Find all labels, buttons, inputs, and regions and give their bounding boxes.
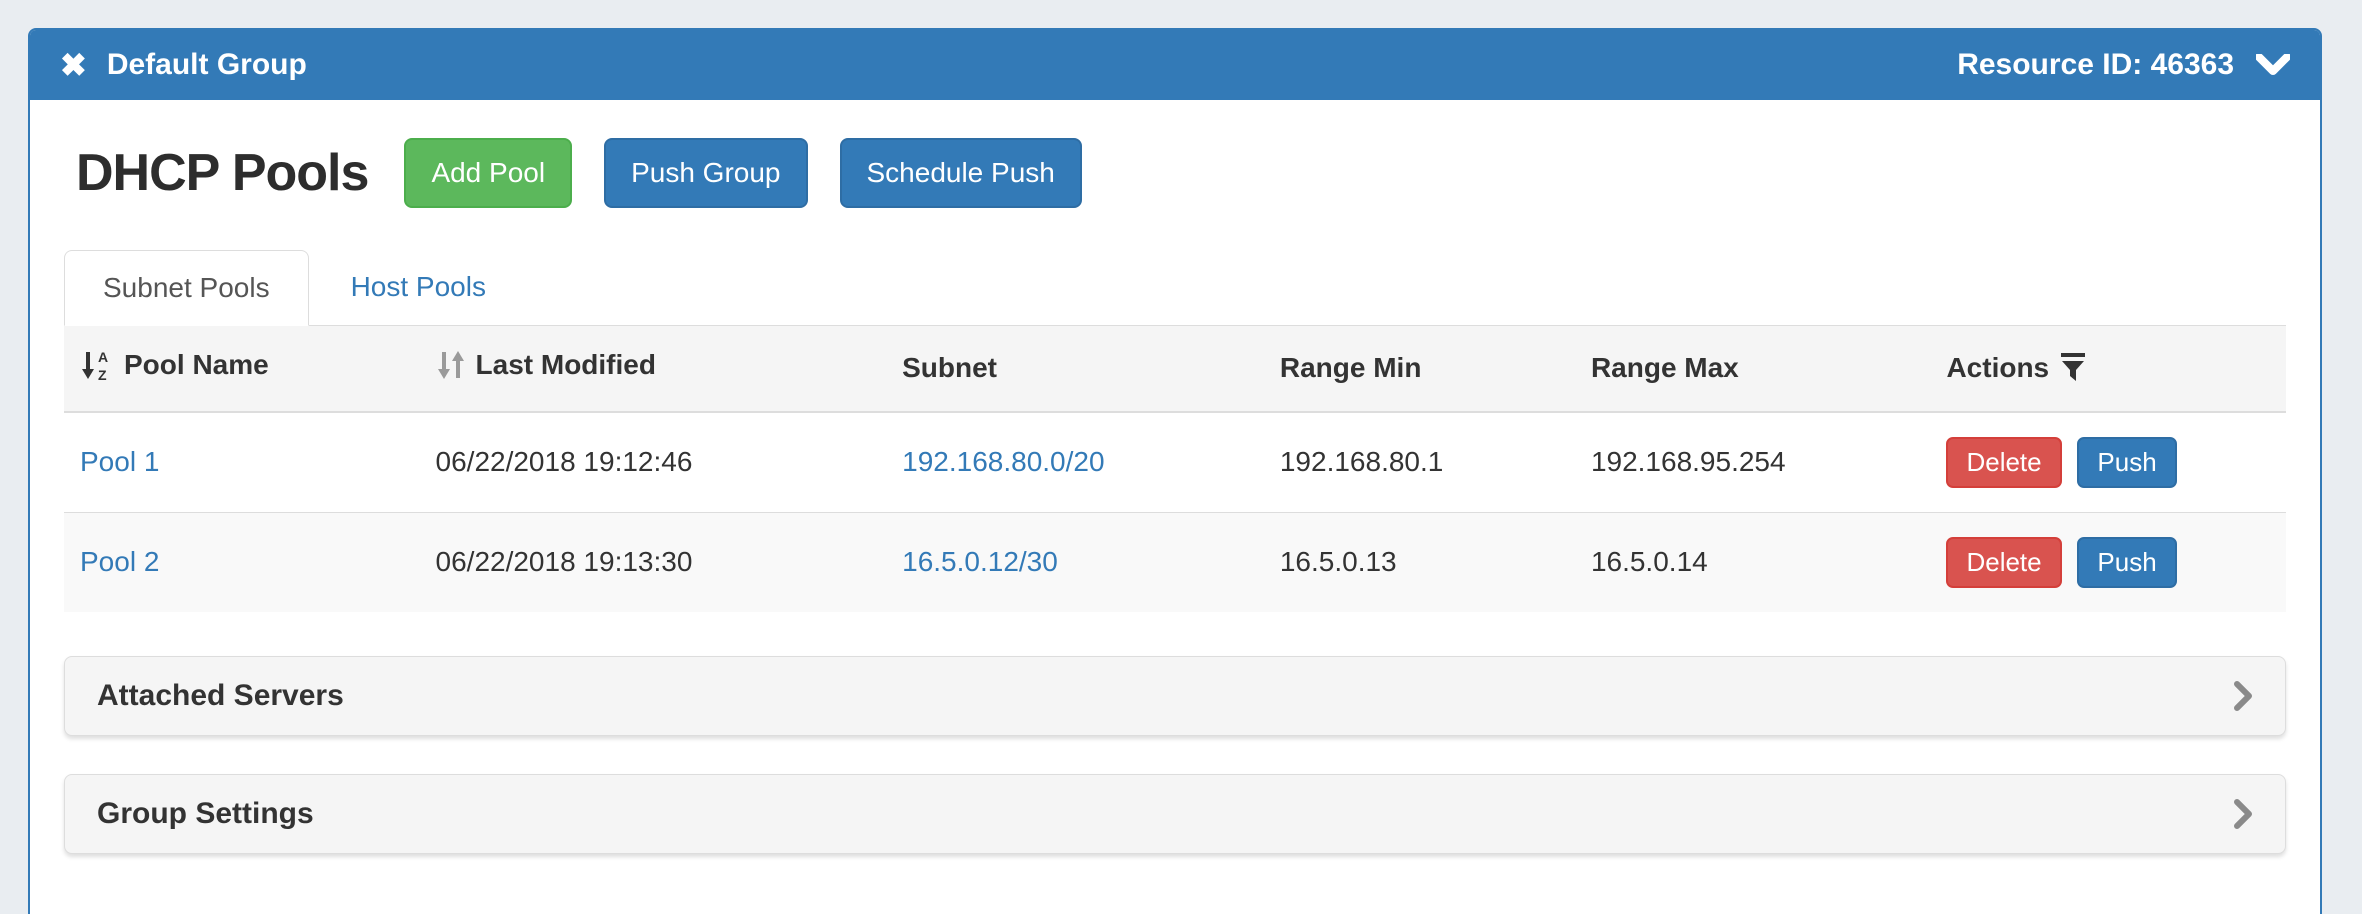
column-header-pool-name[interactable]: A Z Pool Name [64, 326, 420, 412]
group-panel: ✖ Default Group Resource ID: 46363 DHCP … [28, 28, 2322, 914]
pool-name-link[interactable]: Pool 1 [80, 446, 159, 477]
subnet-pools-table: A Z Pool Name [64, 326, 2286, 612]
page-title: DHCP Pools [76, 143, 368, 203]
tab-host-pools-label: Host Pools [351, 271, 486, 302]
actions-cell: Delete Push [1930, 512, 2286, 612]
table-row: Pool 2 06/22/2018 19:13:30 16.5.0.12/30 … [64, 512, 2286, 612]
resource-id-label: Resource ID: 46363 [1957, 48, 2234, 82]
title-row: DHCP Pools Add Pool Push Group Schedule … [64, 138, 2286, 208]
range-max-cell: 16.5.0.14 [1575, 512, 1931, 612]
pool-tabs: Subnet Pools Host Pools [64, 250, 2286, 326]
last-modified-cell: 06/22/2018 19:13:30 [420, 512, 887, 612]
tab-subnet-pools[interactable]: Subnet Pools [64, 250, 309, 326]
attached-servers-title: Attached Servers [97, 679, 344, 713]
sort-alpha-asc-icon: A Z [80, 348, 114, 382]
range-max-cell: 192.168.95.254 [1575, 412, 1931, 513]
table-header-row: A Z Pool Name [64, 326, 2286, 412]
group-settings-panel[interactable]: Group Settings [64, 774, 2286, 854]
table-row: Pool 1 06/22/2018 19:12:46 192.168.80.0/… [64, 412, 2286, 513]
group-heading-left: ✖ Default Group [60, 48, 307, 82]
column-label: Pool Name [124, 349, 269, 381]
chevron-right-icon [2233, 798, 2253, 830]
column-label: Last Modified [476, 349, 656, 381]
add-pool-button[interactable]: Add Pool [404, 138, 572, 208]
delete-button[interactable]: Delete [1946, 437, 2061, 488]
column-header-last-modified[interactable]: Last Modified [420, 326, 887, 412]
chevron-right-icon [2233, 680, 2253, 712]
push-button[interactable]: Push [2077, 537, 2176, 588]
subnet-link[interactable]: 192.168.80.0/20 [902, 446, 1104, 477]
tab-host-pools[interactable]: Host Pools [313, 250, 524, 326]
subnet-link[interactable]: 16.5.0.12/30 [902, 546, 1058, 577]
page: ✖ Default Group Resource ID: 46363 DHCP … [0, 0, 2362, 914]
column-label: Actions [1946, 352, 2049, 384]
range-min-cell: 192.168.80.1 [1264, 412, 1575, 513]
group-panel-heading: ✖ Default Group Resource ID: 46363 [30, 30, 2320, 100]
tab-subnet-pools-label: Subnet Pools [103, 272, 270, 303]
group-panel-body: DHCP Pools Add Pool Push Group Schedule … [30, 100, 2320, 914]
last-modified-cell: 06/22/2018 19:12:46 [420, 412, 887, 513]
pool-name-link[interactable]: Pool 2 [80, 546, 159, 577]
actions-cell: Delete Push [1930, 412, 2286, 513]
group-settings-title: Group Settings [97, 797, 314, 831]
attached-servers-panel[interactable]: Attached Servers [64, 656, 2286, 736]
chevron-down-icon [2256, 54, 2290, 76]
push-group-button[interactable]: Push Group [604, 138, 807, 208]
range-min-cell: 16.5.0.13 [1264, 512, 1575, 612]
push-button[interactable]: Push [2077, 437, 2176, 488]
resource-id-toggle[interactable]: Resource ID: 46363 [1957, 48, 2290, 82]
delete-button[interactable]: Delete [1946, 537, 2061, 588]
filter-icon[interactable] [2059, 352, 2087, 384]
group-title: Default Group [107, 48, 307, 82]
column-header-range-max: Range Max [1575, 326, 1931, 412]
column-header-range-min: Range Min [1264, 326, 1575, 412]
close-icon[interactable]: ✖ [60, 49, 87, 81]
schedule-push-button[interactable]: Schedule Push [840, 138, 1082, 208]
svg-text:Z: Z [98, 367, 107, 382]
column-header-subnet: Subnet [886, 326, 1264, 412]
sort-up-down-icon [436, 348, 466, 382]
column-header-actions: Actions [1930, 326, 2286, 412]
svg-text:A: A [98, 349, 108, 365]
